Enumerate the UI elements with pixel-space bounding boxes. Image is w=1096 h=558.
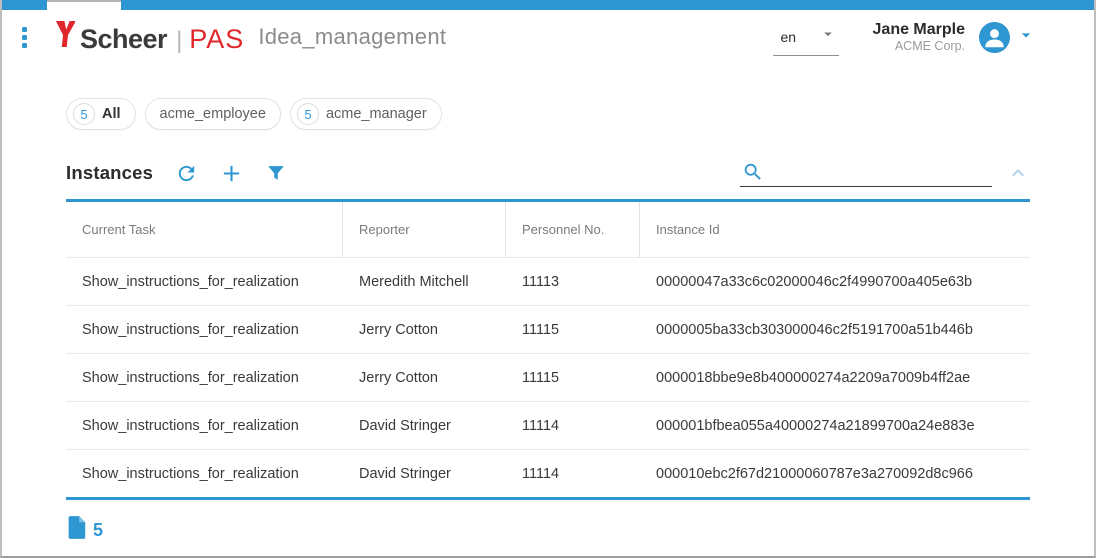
user-menu[interactable]: Jane Marple ACME Corp. xyxy=(873,21,1036,54)
column-header-instance-id[interactable]: Instance Id xyxy=(640,202,1030,257)
document-icon xyxy=(66,515,87,545)
role-filter-chips: 5 All acme_employee 5 acme_manager xyxy=(66,98,1030,130)
table-cell: David Stringer xyxy=(343,450,506,497)
user-name: Jane Marple xyxy=(873,21,965,39)
table-cell: 0000018bbe9e8b400000274a2209a7009b4ff2ae xyxy=(640,354,1030,401)
instances-table: Current TaskReporterPersonnel No.Instanc… xyxy=(66,199,1030,500)
top-strip-blue-right xyxy=(121,0,1094,10)
search-icon xyxy=(742,161,764,183)
table-cell: Show_instructions_for_realization xyxy=(66,450,343,497)
table-cell: Show_instructions_for_realization xyxy=(66,354,343,401)
total-count: 5 xyxy=(93,520,103,541)
table-cell: Meredith Mitchell xyxy=(343,258,506,305)
table-cell: 11115 xyxy=(506,306,640,353)
search-field[interactable] xyxy=(740,159,992,187)
chip-label: acme_employee xyxy=(160,106,266,122)
language-value: en xyxy=(781,29,797,45)
page-title: Idea_management xyxy=(258,24,446,50)
app-window: Scheer | PAS Idea_management en Jane Mar… xyxy=(0,0,1096,558)
table-cell: 11114 xyxy=(506,450,640,497)
language-select[interactable]: en xyxy=(773,22,839,56)
instances-title: Instances xyxy=(66,162,153,184)
table-row[interactable]: Show_instructions_for_realizationDavid S… xyxy=(66,401,1030,449)
table-row[interactable]: Show_instructions_for_realizationDavid S… xyxy=(66,449,1030,497)
table-cell: 11115 xyxy=(506,354,640,401)
add-instance-icon[interactable] xyxy=(220,162,243,185)
table-footer: 5 xyxy=(66,515,1030,545)
table-body: Show_instructions_for_realizationMeredit… xyxy=(66,257,1030,497)
table-cell: 11113 xyxy=(506,258,640,305)
table-cell: 000001bfbea055a40000274a21899700a24e883e xyxy=(640,402,1030,449)
chip-count-badge: 5 xyxy=(73,103,95,125)
avatar[interactable] xyxy=(979,22,1010,53)
filter-chip-all[interactable]: 5 All xyxy=(66,98,136,130)
brand-name: Scheer xyxy=(80,24,167,55)
chip-label: acme_manager xyxy=(326,106,427,122)
table-cell: David Stringer xyxy=(343,402,506,449)
chevron-down-icon xyxy=(819,25,837,48)
chip-count-badge: 5 xyxy=(297,103,319,125)
table-header-row: Current TaskReporterPersonnel No.Instanc… xyxy=(66,202,1030,257)
refresh-icon[interactable] xyxy=(175,162,198,185)
column-header-current-task[interactable]: Current Task xyxy=(66,202,343,257)
kebab-menu-icon[interactable] xyxy=(18,23,31,52)
table-cell: 0000005ba33cb303000046c2f5191700a51b446b xyxy=(640,306,1030,353)
top-strip-blue-left xyxy=(2,0,47,10)
user-info: Jane Marple ACME Corp. xyxy=(873,21,965,54)
filter-chip-acme-manager[interactable]: 5 acme_manager xyxy=(290,98,442,130)
table-cell: Show_instructions_for_realization xyxy=(66,306,343,353)
table-cell: Show_instructions_for_realization xyxy=(66,402,343,449)
table-cell: Jerry Cotton xyxy=(343,306,506,353)
top-strip-notch xyxy=(47,0,121,10)
search-input[interactable] xyxy=(740,166,992,186)
table-cell: Show_instructions_for_realization xyxy=(66,258,343,305)
app-header: Scheer | PAS Idea_management en Jane Mar… xyxy=(2,10,1094,64)
table-row[interactable]: Show_instructions_for_realizationJerry C… xyxy=(66,305,1030,353)
scheer-pas-logo: Scheer | PAS xyxy=(53,20,244,55)
chip-label: All xyxy=(102,106,121,122)
column-header-reporter[interactable]: Reporter xyxy=(343,202,506,257)
table-cell: 00000047a33c6c02000046c2f4990700a405e63b xyxy=(640,258,1030,305)
user-chevron-down-icon[interactable] xyxy=(1016,25,1036,50)
table-cell: Jerry Cotton xyxy=(343,354,506,401)
table-row[interactable]: Show_instructions_for_realizationJerry C… xyxy=(66,353,1030,401)
column-header-personnel-no-[interactable]: Personnel No. xyxy=(506,202,640,257)
instances-toolbar: Instances xyxy=(66,156,1030,190)
table-cell: 000010ebc2f67d21000060787e3a270092d8c966 xyxy=(640,450,1030,497)
filter-chip-acme-employee[interactable]: acme_employee xyxy=(145,98,281,130)
collapse-chevron-up-icon[interactable] xyxy=(1006,161,1030,185)
table-row[interactable]: Show_instructions_for_realizationMeredit… xyxy=(66,257,1030,305)
table-cell: 11114 xyxy=(506,402,640,449)
scheer-y-icon xyxy=(53,20,80,53)
user-organization: ACME Corp. xyxy=(873,39,965,54)
brand-separator: | xyxy=(176,27,182,55)
filter-icon[interactable] xyxy=(265,162,287,184)
brand-suffix: PAS xyxy=(189,24,244,55)
window-top-strip xyxy=(2,0,1094,10)
